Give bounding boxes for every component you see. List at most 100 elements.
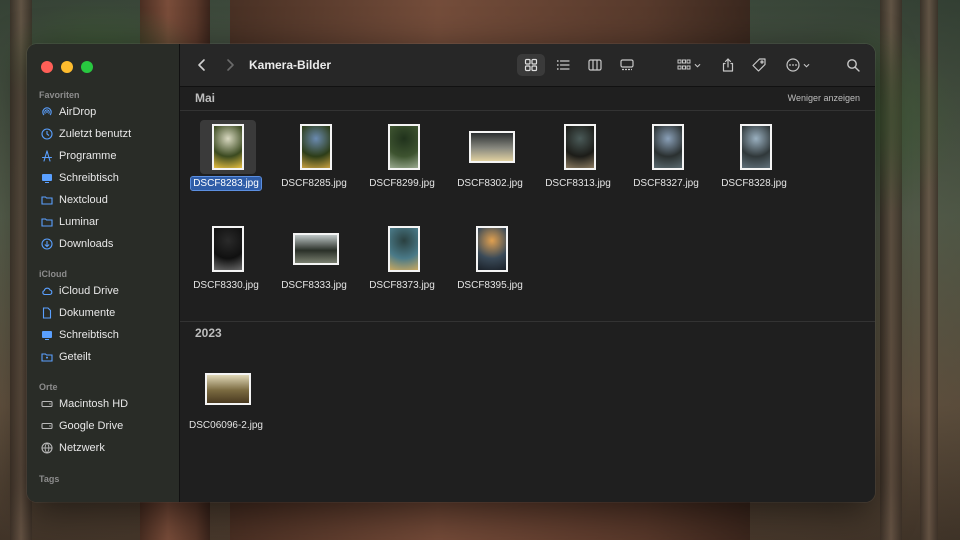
sidebar-item-label: Downloads [59,238,114,250]
sidebar-item-dokumente[interactable]: Dokumente [41,303,115,323]
cloud-icon [41,285,53,297]
image-thumbnail [388,124,420,170]
desktop-icon [41,329,53,341]
file-name: DSCF8302.jpg [457,178,523,189]
toolbar: Kamera-Bilder [180,44,875,87]
shared-folder-icon [41,351,53,363]
file-item[interactable]: DSCF8285.jpg [270,120,358,210]
image-thumbnail [740,124,772,170]
sidebar-item-google-drive[interactable]: Google Drive [41,416,123,436]
share-icon [722,58,734,72]
more-actions-button[interactable] [781,54,815,76]
sidebar-item-label: Geteilt [59,351,91,363]
file-item[interactable]: DSCF8328.jpg [710,120,798,210]
sidebar-item-label: Schreibtisch [59,329,119,341]
group-title: 2023 [195,326,222,340]
thumbnail-frame [288,120,344,174]
sidebar-item-macintosh-hd[interactable]: Macintosh HD [41,394,128,414]
network-icon [41,442,53,454]
file-name-container: DSCF8333.jpg [270,280,358,291]
zoom-window-button[interactable] [81,61,93,73]
group-by-button[interactable] [672,54,706,76]
file-item[interactable]: DSCF8330.jpg [182,222,270,312]
document-icon [41,307,53,319]
file-item[interactable]: DSCF8333.jpg [270,222,358,312]
list-view-button[interactable] [549,54,577,76]
sidebar-item-nextcloud[interactable]: Nextcloud [41,190,108,210]
file-name-container: DSCF8285.jpg [270,178,358,189]
file-item[interactable]: DSCF8395.jpg [446,222,534,312]
column-view-button[interactable] [581,54,609,76]
sidebar-item-luminar[interactable]: Luminar [41,212,99,232]
file-item[interactable]: DSCF8313.jpg [534,120,622,210]
sidebar-item-label: Zuletzt benutzt [59,128,132,140]
image-thumbnail [388,226,420,272]
file-name: DSCF8395.jpg [457,280,523,291]
disk-icon [41,420,53,432]
sidebar-item-netzwerk[interactable]: Netzwerk [41,438,105,458]
apps-icon [41,150,53,162]
search-button[interactable] [842,54,864,76]
sidebar-item-zuletzt-benutzt[interactable]: Zuletzt benutzt [41,124,131,144]
chevron-down-icon [803,63,809,68]
sidebar-item-schreibtisch[interactable]: Schreibtisch [41,168,119,188]
list-icon [556,60,570,70]
sidebar-item-label: Programme [59,150,117,162]
show-less-button[interactable]: Weniger anzeigen [788,93,860,103]
minimize-window-button[interactable] [61,61,73,73]
gallery-view-button[interactable] [613,54,641,76]
sidebar-item-label: Macintosh HD [59,398,129,410]
thumbnail-frame [200,222,256,276]
sidebar-item-programme[interactable]: Programme [41,146,116,166]
image-thumbnail [212,226,244,272]
share-button[interactable] [717,54,739,76]
sidebar-item-label: AirDrop [59,106,97,118]
sidebar-item-schreibtisch[interactable]: Schreibtisch [41,325,119,345]
download-icon [41,238,53,250]
thumbnail-frame [200,120,256,174]
chevron-down-icon [694,63,700,68]
sidebar-item-icloud-drive[interactable]: iCloud Drive [41,281,119,301]
file-item[interactable]: DSCF8302.jpg [446,120,534,210]
disk-icon [41,398,53,410]
sidebar-section-favoriten: Favoriten [39,90,80,100]
file-name: DSCF8327.jpg [633,178,699,189]
file-name-container: DSCF8302.jpg [446,178,534,189]
thumbnail-frame [464,120,520,174]
icon-view-button[interactable] [517,54,545,76]
image-thumbnail [212,124,244,170]
group-grid-icon [677,59,690,70]
close-window-button[interactable] [41,61,53,73]
file-name: DSCF8373.jpg [369,280,435,291]
tag-button[interactable] [748,54,770,76]
group-header: Mai Weniger anzeigen [180,86,875,111]
image-thumbnail [293,233,339,265]
thumbnail-frame [552,120,608,174]
search-icon [847,59,860,72]
ellipsis-circle-icon [785,58,800,72]
sidebar-item-label: Dokumente [59,307,116,319]
clock-icon [41,128,53,140]
sidebar-section-icloud: iCloud [39,269,67,279]
group-header: 2023 [180,321,875,345]
sidebar-item-geteilt[interactable]: Geteilt [41,347,91,367]
tag-icon [752,58,766,72]
file-item[interactable]: DSCF8327.jpg [622,120,710,210]
sidebar-item-airdrop[interactable]: AirDrop [41,102,96,122]
file-name-container: DSCF8299.jpg [358,178,446,189]
file-item[interactable]: DSC06096-2.jpg [182,362,270,452]
sidebar-item-downloads[interactable]: Downloads [41,234,113,254]
image-thumbnail [564,124,596,170]
file-item[interactable]: DSCF8373.jpg [358,222,446,312]
group-title: Mai [195,91,216,105]
forward-button[interactable] [220,54,240,76]
file-item[interactable]: DSCF8299.jpg [358,120,446,210]
file-name: DSCF8313.jpg [545,178,611,189]
image-thumbnail [300,124,332,170]
back-button[interactable] [192,54,212,76]
folder-icon [41,216,53,228]
chevron-left-icon [198,59,205,71]
file-name: DSCF8333.jpg [281,280,347,291]
thumbnail-frame [464,222,520,276]
file-item[interactable]: DSCF8283.jpg [182,120,270,210]
